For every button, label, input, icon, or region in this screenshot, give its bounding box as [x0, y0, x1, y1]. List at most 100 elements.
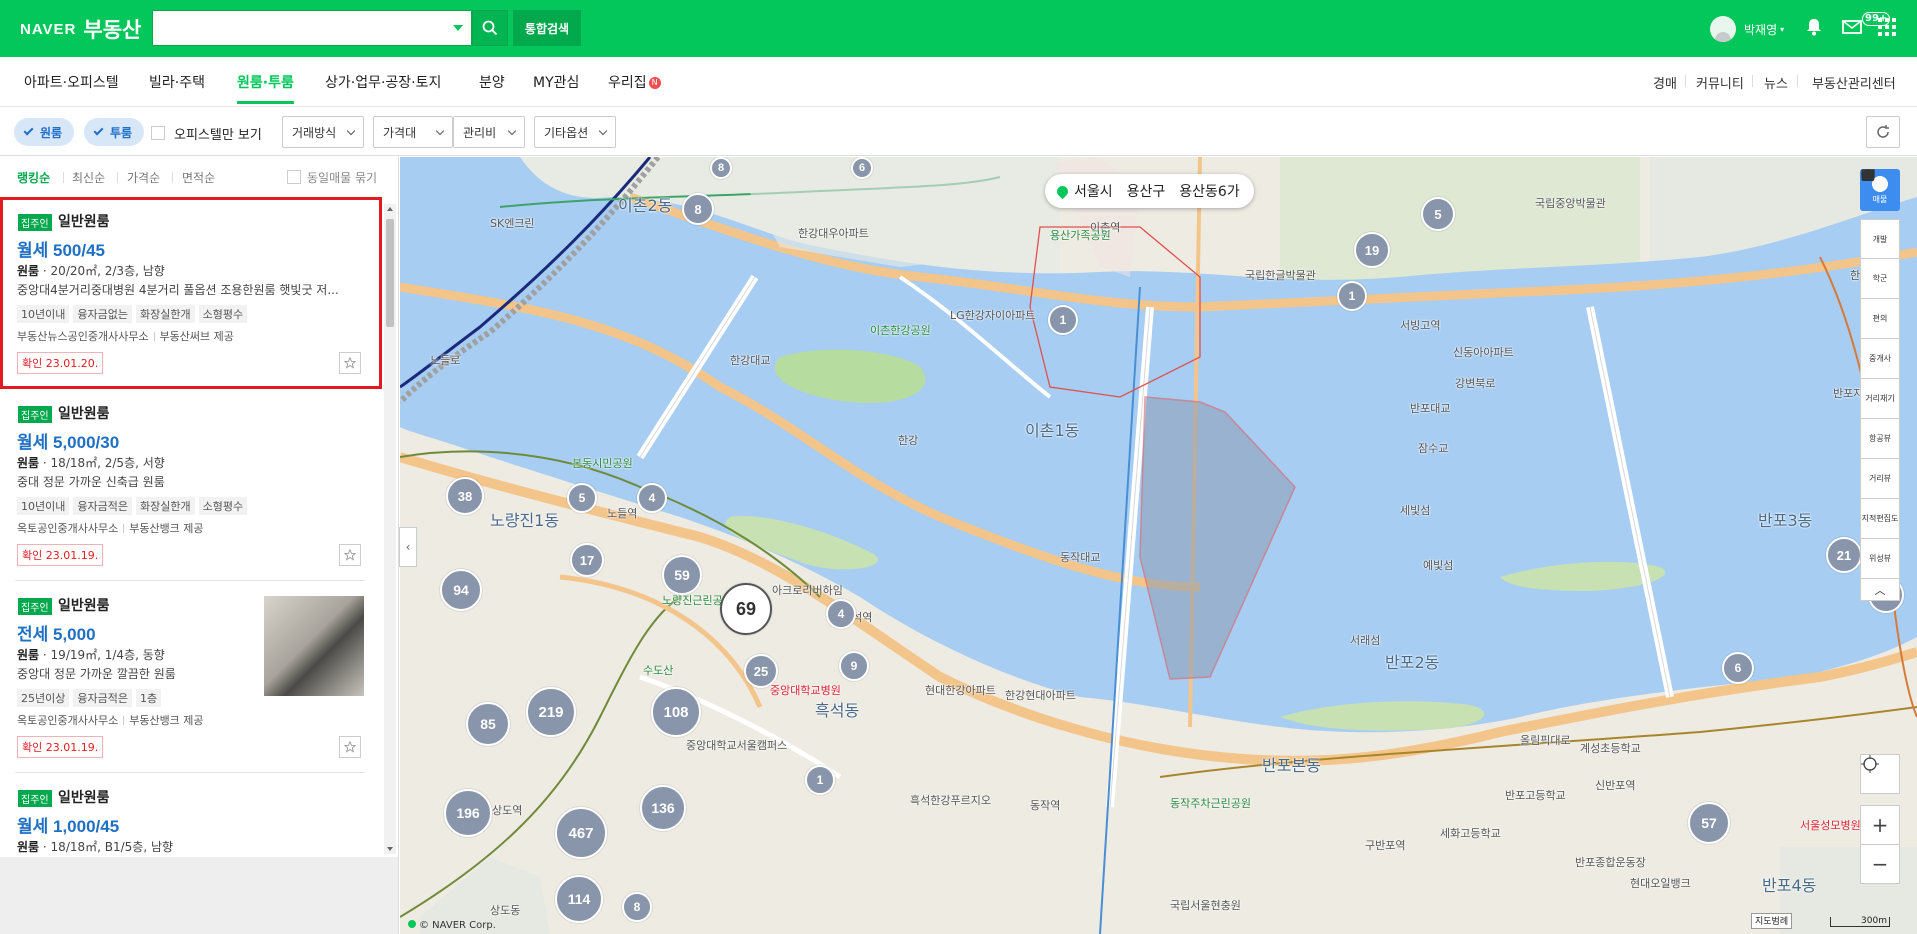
- map-legend-button[interactable]: 지도범례: [1751, 913, 1793, 929]
- location-breadcrumb[interactable]: 서울시 용산구 용산동6가: [1045, 174, 1254, 208]
- map-label: 잠수교: [1418, 442, 1449, 455]
- listing-cluster[interactable]: 5: [1421, 197, 1455, 231]
- tool-cadastral[interactable]: 지적편집도: [1860, 169, 1900, 539]
- refresh-button[interactable]: [1866, 116, 1900, 148]
- scrollbar-thumb[interactable]: [386, 219, 394, 327]
- filter-chip-oneroom[interactable]: 원룸: [14, 118, 75, 146]
- list-scrollbar[interactable]: [384, 204, 396, 854]
- listing-cluster[interactable]: 1: [805, 765, 835, 795]
- apps-grid-icon[interactable]: [1878, 18, 1896, 36]
- tool-distance[interactable]: 거리재기: [1860, 169, 1900, 419]
- location-city[interactable]: 서울시: [1074, 181, 1113, 201]
- sort-price[interactable]: 가격순: [127, 169, 160, 186]
- naver-realestate-logo[interactable]: NAVER 부동산: [20, 14, 141, 44]
- nav-auction[interactable]: 경매: [1653, 73, 1677, 92]
- sort-ranking[interactable]: 랭킹순: [17, 169, 50, 186]
- listing-cluster[interactable]: 59: [662, 555, 702, 595]
- mail-icon[interactable]: [1842, 16, 1862, 34]
- zoom-out-button[interactable]: −: [1860, 844, 1900, 884]
- listing-card[interactable]: 집주인 일반원룸 월세 1,000/45 원룸 · 18/18㎡, B1/5층,…: [0, 773, 382, 857]
- tool-development[interactable]: 개발: [1860, 169, 1900, 259]
- officetel-only-label[interactable]: 오피스텔만 보기: [174, 124, 262, 143]
- officetel-only-checkbox[interactable]: [151, 126, 165, 140]
- listing-cluster[interactable]: 467: [555, 807, 607, 859]
- listing-cluster[interactable]: 1: [1337, 281, 1367, 311]
- nav-presale[interactable]: 분양: [479, 72, 505, 92]
- listing-cluster[interactable]: 6: [851, 157, 873, 179]
- listing-card[interactable]: 집주인 일반원룸 월세 5,000/30 원룸 · 18/18㎡, 2/5층, …: [0, 389, 382, 581]
- zoom-in-button[interactable]: +: [1860, 805, 1900, 845]
- tool-agency[interactable]: 중개사: [1860, 169, 1900, 379]
- my-location-button[interactable]: [1860, 754, 1900, 794]
- sort-divider: [172, 172, 173, 183]
- listing-cluster-selected[interactable]: 69: [720, 583, 772, 635]
- listing-cluster[interactable]: 8: [682, 193, 714, 225]
- listing-cluster[interactable]: 9: [839, 651, 869, 681]
- listing-cluster[interactable]: 8: [622, 892, 652, 922]
- tool-convenience[interactable]: 편의: [1860, 169, 1900, 339]
- nav-oneroom-tworoom[interactable]: 원룸·투룸: [237, 72, 294, 104]
- listing-cluster[interactable]: 1: [1048, 305, 1078, 335]
- nav-commercial-land[interactable]: 상가·업무·공장·토지: [325, 72, 441, 92]
- sort-area[interactable]: 면적순: [182, 169, 215, 186]
- listing-cluster[interactable]: 4: [826, 599, 856, 629]
- bell-icon[interactable]: [1806, 18, 1822, 36]
- dropdown-other-options[interactable]: 기타옵션: [534, 116, 616, 148]
- group-same-listing-checkbox[interactable]: [287, 170, 301, 184]
- filter-chip-tworoom[interactable]: 투룸: [84, 118, 145, 146]
- listing-cluster[interactable]: 4: [637, 483, 667, 513]
- listing-cluster[interactable]: 19: [1354, 232, 1390, 268]
- listing-cluster[interactable]: 17: [570, 543, 604, 577]
- tool-satellite[interactable]: 위성뷰: [1860, 170, 1900, 579]
- map-label: 상도역: [492, 804, 523, 817]
- nav-villa-house[interactable]: 빌라·주택: [149, 72, 205, 92]
- listing-card[interactable]: 집주인 일반원룸 전세 5,000 원룸 · 19/19㎡, 1/4층, 동향 …: [0, 581, 382, 773]
- user-menu[interactable]: 박재영 ▾: [1710, 14, 1784, 44]
- tool-streetview[interactable]: 거리뷰: [1860, 170, 1900, 499]
- listing-cluster[interactable]: 25: [744, 654, 778, 688]
- listing-spec: 원룸 · 19/19㎡, 1/4층, 동향: [17, 648, 165, 662]
- listing-card[interactable]: 집주인 일반원룸 월세 500/45 원룸 · 20/20㎡, 2/3층, 남향…: [0, 197, 382, 389]
- listing-cluster[interactable]: 219: [526, 687, 576, 737]
- listing-cluster[interactable]: 38: [446, 477, 484, 515]
- search-input[interactable]: [153, 11, 433, 45]
- tool-collapse[interactable]: ︿: [1860, 579, 1900, 601]
- search-dropdown-icon[interactable]: [453, 25, 463, 31]
- sort-latest[interactable]: 최신순: [72, 169, 105, 186]
- listing-cluster[interactable]: 136: [640, 785, 686, 831]
- nav-news[interactable]: 뉴스: [1764, 73, 1788, 92]
- listing-photo[interactable]: [264, 596, 364, 696]
- dropdown-maintenance-fee[interactable]: 관리비: [453, 116, 525, 148]
- search-button[interactable]: [472, 10, 508, 46]
- listing-cluster[interactable]: 57: [1688, 802, 1730, 844]
- panel-bottom-area: [0, 857, 398, 934]
- listing-cluster[interactable]: 94: [440, 569, 482, 611]
- listing-cluster[interactable]: 8: [710, 157, 732, 179]
- favorite-button[interactable]: [339, 736, 361, 758]
- nav-my-home[interactable]: 우리집 N: [608, 72, 661, 92]
- listing-cluster[interactable]: 5: [567, 483, 597, 513]
- nav-apartment-officetel[interactable]: 아파트·오피스텔: [24, 72, 119, 92]
- group-same-listing-label[interactable]: 동일매물 묶기: [307, 169, 377, 186]
- map-label: 이촌2동: [618, 196, 673, 215]
- listing-cluster[interactable]: 196: [444, 789, 492, 837]
- nav-management-center[interactable]: 부동산관리센터: [1812, 73, 1896, 92]
- nav-my-interest[interactable]: MY관심: [533, 72, 579, 92]
- combined-search-button[interactable]: 통합검색: [513, 10, 581, 46]
- listing-cluster[interactable]: 21: [1826, 537, 1862, 573]
- favorite-button[interactable]: [339, 544, 361, 566]
- listing-cluster[interactable]: 108: [651, 687, 701, 737]
- dropdown-trade-type[interactable]: 거래방식: [282, 116, 364, 148]
- favorite-button[interactable]: [339, 352, 361, 374]
- location-dong[interactable]: 용산동6가: [1179, 181, 1239, 201]
- listing-cluster[interactable]: 114: [555, 875, 603, 923]
- map-area[interactable]: 서울시 용산구 용산동6가 이촌2동 이촌1동 노량진1동 흑석동 반포2동 반…: [400, 157, 1917, 934]
- location-district[interactable]: 용산구: [1127, 181, 1166, 201]
- dropdown-price[interactable]: 가격대: [373, 116, 453, 148]
- panel-collapse-button[interactable]: ‹: [399, 527, 417, 567]
- nav-community[interactable]: 커뮤니티: [1696, 73, 1744, 92]
- tool-aerial[interactable]: 항공뷰: [1860, 169, 1900, 459]
- listing-cluster[interactable]: 85: [466, 702, 510, 746]
- listing-cluster[interactable]: 6: [1722, 652, 1754, 684]
- tool-school[interactable]: 학군: [1860, 169, 1900, 299]
